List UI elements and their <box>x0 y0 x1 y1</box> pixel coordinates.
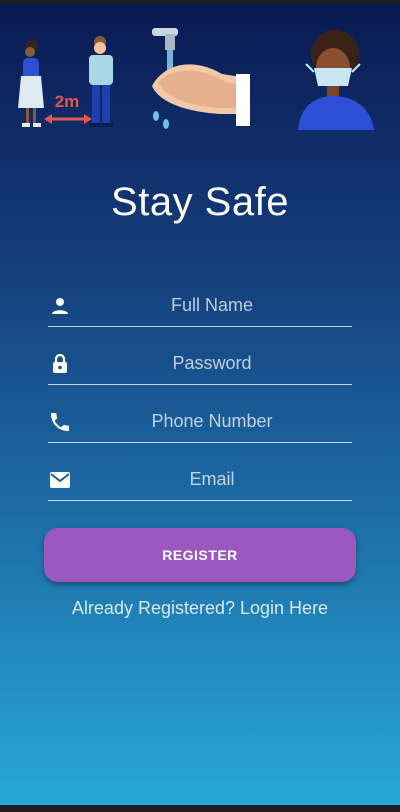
face-mask-icon <box>298 30 374 130</box>
distance-arrow <box>44 114 92 124</box>
phone-icon <box>51 413 69 431</box>
page-title: Stay Safe <box>111 180 289 224</box>
navigation-bar <box>0 805 400 812</box>
register-screen: 2m Stay Safe Full Name Password Phone Nu… <box>0 4 400 805</box>
login-link[interactable]: Already Registered? Login Here <box>0 598 400 619</box>
hero-illustration: 2m <box>18 28 374 130</box>
mail-icon <box>50 472 70 488</box>
email-field[interactable]: Email <box>48 460 352 501</box>
password-placeholder: Password <box>172 353 252 373</box>
handwashing-icon <box>152 28 250 129</box>
email-placeholder: Email <box>189 469 235 489</box>
register-button[interactable]: REGISTER <box>44 528 356 582</box>
person-icon <box>52 298 68 314</box>
phone-number-field[interactable]: Phone Number <box>48 402 352 443</box>
phone-number-placeholder: Phone Number <box>151 411 273 431</box>
password-field[interactable]: Password <box>48 344 352 385</box>
distance-label: 2m <box>55 92 80 111</box>
full-name-field[interactable]: Full Name <box>48 286 352 327</box>
social-distancing-icon <box>18 36 113 127</box>
full-name-placeholder: Full Name <box>170 295 254 315</box>
lock-icon <box>53 353 67 373</box>
